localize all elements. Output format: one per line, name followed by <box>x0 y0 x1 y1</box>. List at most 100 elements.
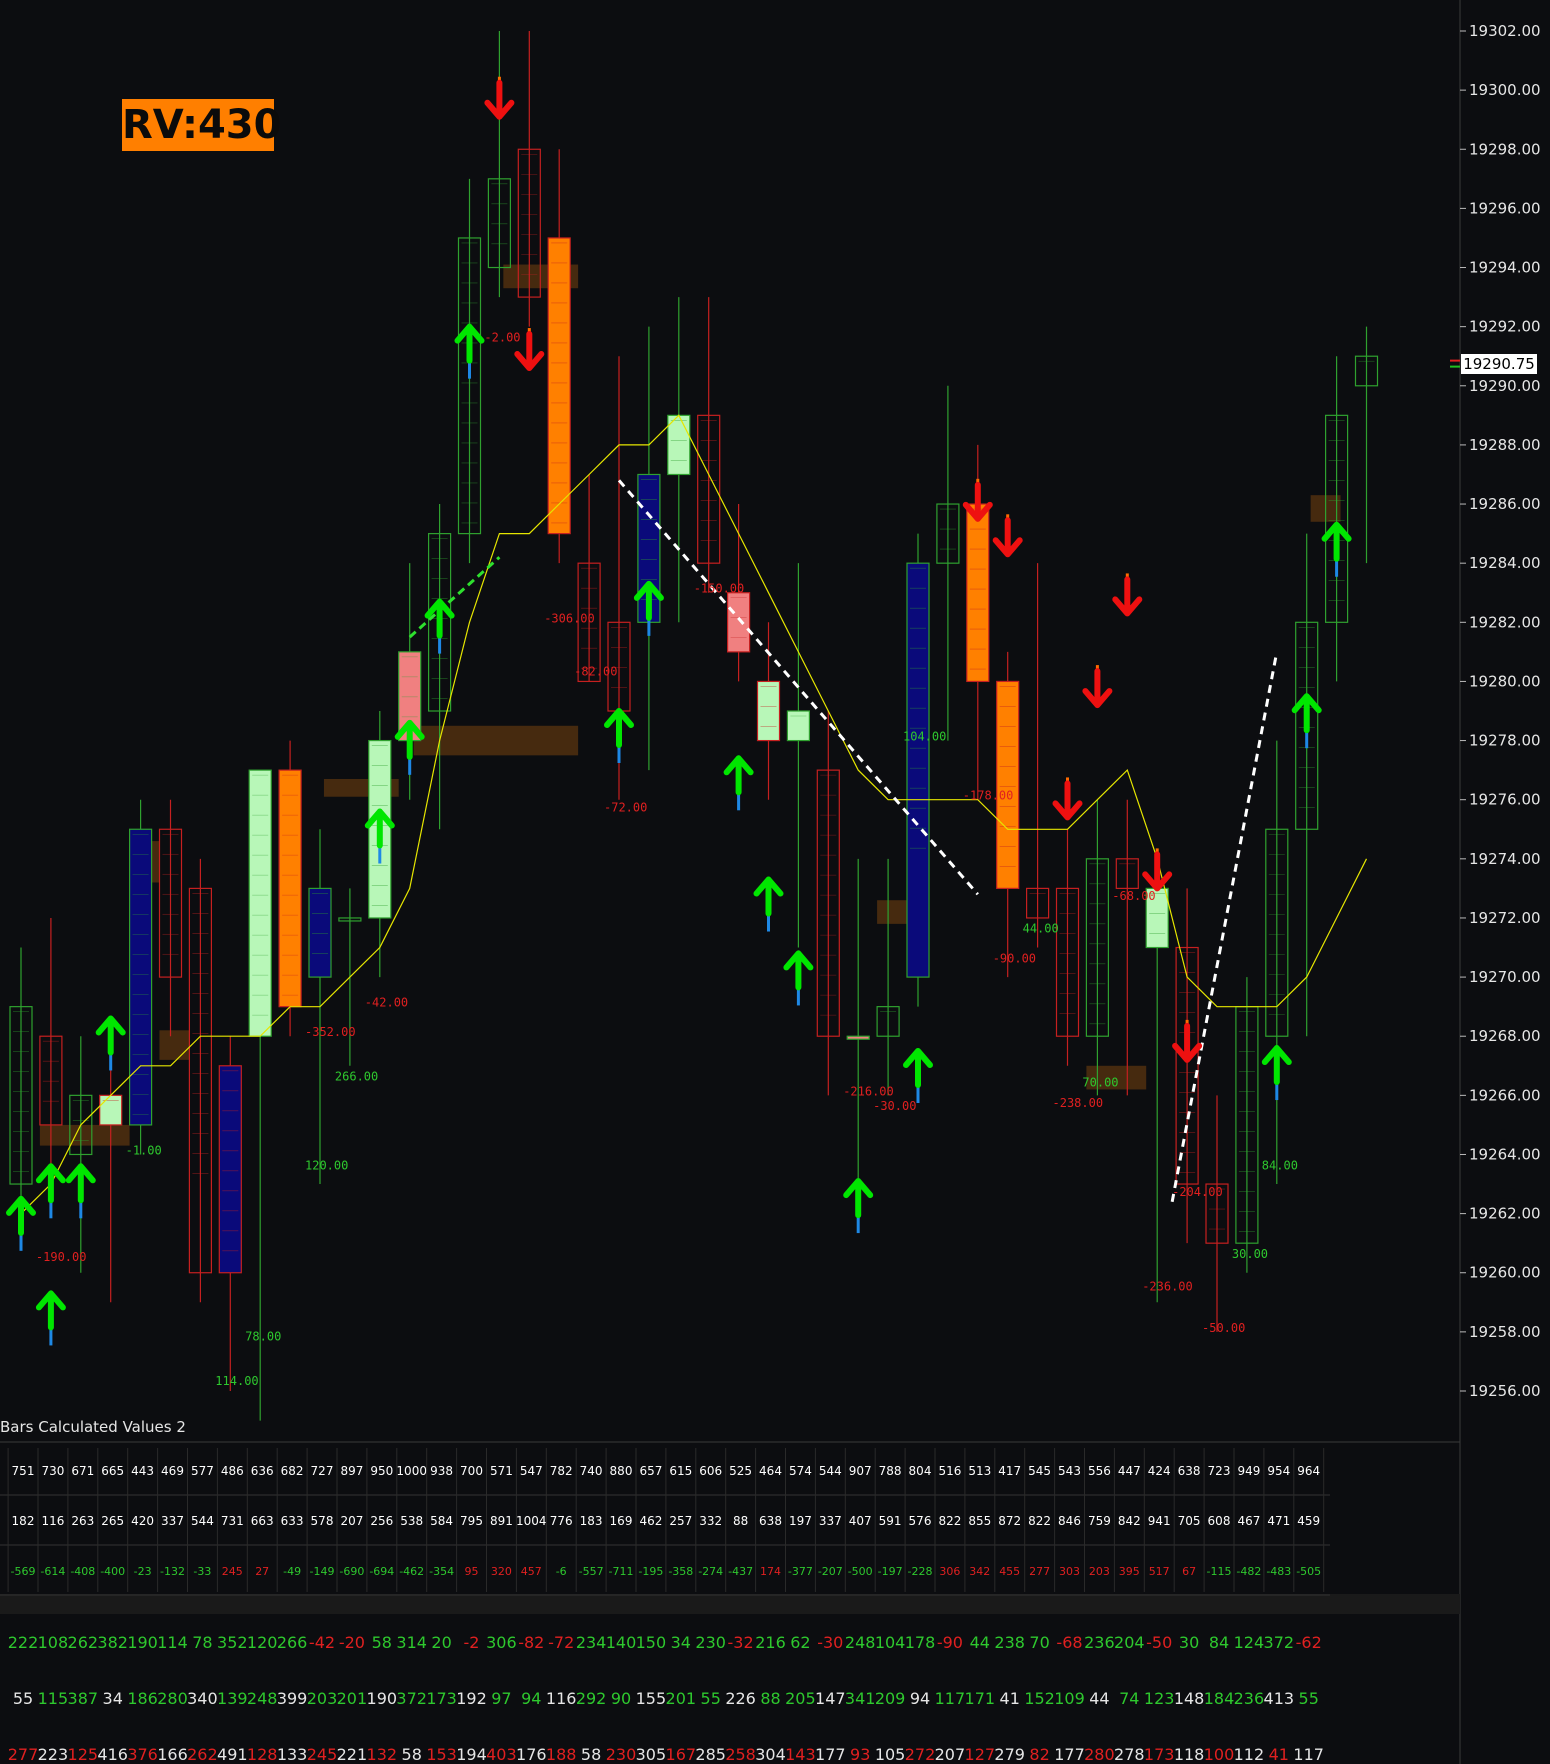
y-tick-label: 19290.00 <box>1469 377 1541 395</box>
table-cell: -228 <box>908 1565 933 1578</box>
table-cell: 730 <box>41 1464 64 1478</box>
table-cell: 169 <box>610 1514 633 1528</box>
y-tick-label: 19260.00 <box>1469 1264 1541 1282</box>
table-cell: 723 <box>1208 1464 1231 1478</box>
table-cell: -90 <box>937 1633 963 1652</box>
table-cell: 279 <box>994 1745 1025 1764</box>
table-cell: 30 <box>1179 1633 1199 1652</box>
table-cell: 94 <box>521 1689 541 1708</box>
candle-body <box>726 592 751 653</box>
table-cell: 804 <box>909 1464 932 1478</box>
table-cell: -49 <box>283 1565 301 1578</box>
bar-delta-label: -72.00 <box>604 801 647 815</box>
table-cell: 58 <box>372 1633 392 1652</box>
table-cell: 82 <box>1029 1745 1049 1764</box>
table-cell: -408 <box>70 1565 95 1578</box>
price-chart[interactable]: 19302.00 19300.00 19298.00 19296.00 19294.00… <box>0 0 1550 1764</box>
table-cell: 467 <box>1237 1514 1260 1528</box>
bar-delta-label: -216.00 <box>843 1084 894 1098</box>
y-tick-label: 19296.00 <box>1469 199 1541 217</box>
table-cell: 171 <box>965 1689 996 1708</box>
y-tick-label: 19278.00 <box>1469 732 1541 750</box>
table-cell: -33 <box>193 1565 211 1578</box>
table-cell: 846 <box>1058 1514 1081 1528</box>
table-cell: 105 <box>875 1745 906 1764</box>
table-cell: 143 <box>785 1745 816 1764</box>
table-cell: 420 <box>131 1514 154 1528</box>
table-cell: 123 <box>1144 1689 1175 1708</box>
table-cell: -32 <box>728 1633 754 1652</box>
table-cell: 186 <box>127 1689 158 1708</box>
table-cell: -2 <box>464 1633 480 1652</box>
y-tick-label: 19292.00 <box>1469 318 1541 336</box>
table-cell: 201 <box>337 1689 368 1708</box>
table-cell: 204 <box>1114 1633 1145 1652</box>
table-cell: -569 <box>11 1565 36 1578</box>
table-cell: 941 <box>1148 1514 1171 1528</box>
table-cell: 70 <box>1029 1633 1049 1652</box>
table-cell: 262 <box>187 1745 218 1764</box>
table-cell: 938 <box>430 1464 453 1478</box>
bar-delta-label: -352.00 <box>305 1025 356 1039</box>
table-cell: 306 <box>486 1633 517 1652</box>
rv-badge: RV:430 <box>122 99 281 151</box>
table-cell: 140 <box>606 1633 637 1652</box>
table-cell: 104 <box>875 1633 906 1652</box>
table-cell: -115 <box>1207 1565 1232 1578</box>
candle-body <box>99 1094 123 1126</box>
candle-body <box>308 887 332 978</box>
table-cell: 78 <box>192 1633 212 1652</box>
table-cell: 266 <box>277 1633 308 1652</box>
y-tick-label: 19266.00 <box>1469 1086 1541 1104</box>
table-cell: 209 <box>875 1689 906 1708</box>
y-tick-label: 19276.00 <box>1469 791 1541 809</box>
table-cell: 341 <box>845 1689 876 1708</box>
table-cell: -694 <box>369 1565 394 1578</box>
table-cell: 263 <box>71 1514 94 1528</box>
table-cell: 608 <box>1208 1514 1231 1528</box>
table-cell: -437 <box>728 1565 753 1578</box>
price-zone <box>39 1124 130 1146</box>
candle-body <box>966 503 990 683</box>
table-cell: 471 <box>1267 1514 1290 1528</box>
table-cell: 221 <box>337 1745 368 1764</box>
table-cell: 173 <box>1144 1745 1175 1764</box>
table-cell: 207 <box>340 1514 363 1528</box>
table-cell: 177 <box>1054 1745 1085 1764</box>
table-cell: 413 <box>1264 1689 1295 1708</box>
y-tick-label: 19298.00 <box>1469 140 1541 158</box>
price-zone <box>413 725 579 756</box>
table-cell: 176 <box>516 1745 547 1764</box>
table-cell: 74 <box>1119 1689 1139 1708</box>
table-cell: 576 <box>909 1514 932 1528</box>
table-cell: 166 <box>157 1745 188 1764</box>
table-cell: -82 <box>518 1633 544 1652</box>
table-cell: 207 <box>935 1745 966 1764</box>
candle-body <box>218 1065 242 1274</box>
table-cell: 891 <box>490 1514 513 1528</box>
table-cell: 112 <box>1234 1745 1265 1764</box>
table-cell: 759 <box>1088 1514 1111 1528</box>
table-cell: 20 <box>431 1633 451 1652</box>
table-cell: 148 <box>1174 1689 1205 1708</box>
table-cell: 332 <box>699 1514 722 1528</box>
table-cell: 907 <box>849 1464 872 1478</box>
table-cell: 682 <box>281 1464 304 1478</box>
table-cell: 230 <box>695 1633 726 1652</box>
table-cell: 248 <box>247 1689 278 1708</box>
table-cell: 314 <box>396 1633 427 1652</box>
y-tick-label: 19286.00 <box>1469 495 1541 513</box>
table-cell: 950 <box>370 1464 393 1478</box>
table-cell: 544 <box>191 1514 214 1528</box>
table-cell: 376 <box>127 1745 158 1764</box>
y-tick-label: 19282.00 <box>1469 613 1541 631</box>
y-tick-label: 19294.00 <box>1469 259 1541 277</box>
table-cell: 776 <box>550 1514 573 1528</box>
table-cell: 93 <box>850 1745 870 1764</box>
table-cell: 571 <box>490 1464 513 1478</box>
table-cell: 201 <box>666 1689 697 1708</box>
table-cell: 280 <box>1084 1745 1115 1764</box>
table-cell: 88 <box>760 1689 780 1708</box>
table-cell: 94 <box>910 1689 930 1708</box>
bar-delta-label: -238.00 <box>1053 1096 1104 1110</box>
